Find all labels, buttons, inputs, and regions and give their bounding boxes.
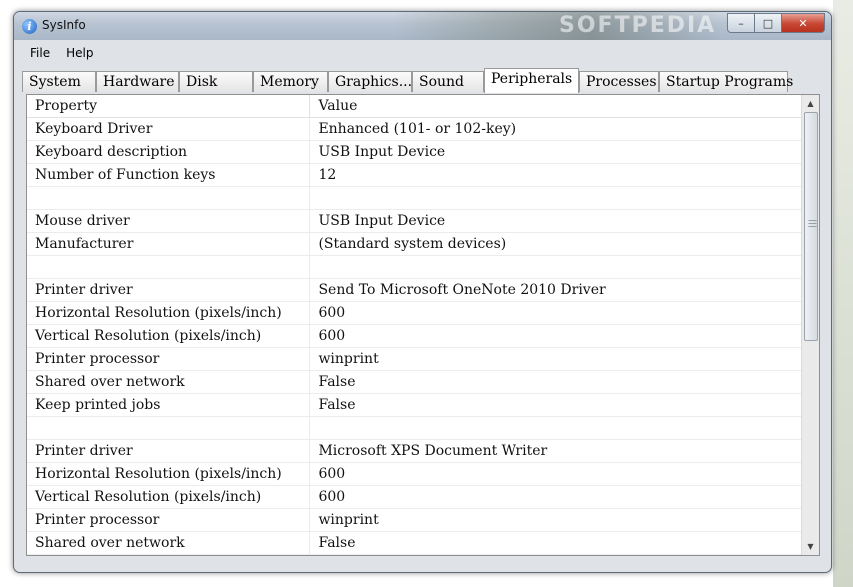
tab-startup-programs[interactable]: Startup Programs [659, 71, 793, 92]
value-cell: 12 [309, 163, 802, 187]
value-cell: 600 [309, 324, 802, 348]
value-cell [309, 186, 802, 210]
property-cell: Keep printed jobs [27, 393, 311, 417]
property-cell: Shared over network [27, 370, 311, 394]
tab-system[interactable]: System [22, 71, 96, 92]
menu-bar: File Help [22, 43, 101, 65]
table-row[interactable]: Printer driver Send To Microsoft OneNote … [27, 278, 802, 302]
property-cell: Keyboard description [27, 140, 311, 164]
property-cell: Horizontal Resolution (pixels/inch) [27, 301, 311, 325]
property-cell: Number of Function keys [27, 163, 311, 187]
property-cell [27, 416, 311, 440]
table-row[interactable]: Keep printed jobs False [27, 393, 802, 417]
value-cell: 600 [309, 462, 802, 486]
column-header-property[interactable]: Property [27, 95, 311, 118]
table-row[interactable]: Manufacturer (Standard system devices) [27, 232, 802, 256]
value-cell: 600 [309, 485, 802, 509]
tab-strip: System Hardware Disk Memory Graphics... … [22, 68, 823, 93]
property-cell [27, 255, 311, 279]
maximize-button[interactable]: □ [754, 13, 782, 33]
table-row[interactable] [27, 416, 802, 440]
peripherals-list[interactable]: Property Value Keyboard Driver Enhanced (… [26, 94, 820, 556]
close-button[interactable]: ✕ [781, 13, 825, 33]
scroll-up-icon[interactable]: ▲ [802, 95, 819, 112]
tab-hardware[interactable]: Hardware [96, 71, 179, 92]
vertical-scrollbar[interactable]: ▲ — — — ▼ [801, 95, 819, 555]
property-cell: Printer driver [27, 278, 311, 302]
caption-buttons: – □ ✕ [727, 13, 825, 33]
properties-table: Property Value Keyboard Driver Enhanced (… [27, 95, 802, 555]
table-header: Property Value [27, 95, 802, 118]
value-cell: False [309, 370, 802, 394]
tab-disk[interactable]: Disk [179, 71, 253, 92]
table-row[interactable]: Shared over network False [27, 531, 802, 555]
property-cell: Horizontal Resolution (pixels/inch) [27, 462, 311, 486]
tab-memory[interactable]: Memory [253, 71, 328, 92]
tab-peripherals[interactable]: Peripherals [484, 68, 579, 93]
grip-icon: — — — [808, 216, 817, 232]
value-cell: (Standard system devices) [309, 232, 802, 256]
property-cell: Manufacturer [27, 232, 311, 256]
value-cell [309, 255, 802, 279]
value-cell: USB Input Device [309, 140, 802, 164]
minimize-icon: – [738, 16, 744, 30]
table-row[interactable]: Printer processor winprint [27, 508, 802, 532]
table-row[interactable]: Number of Function keys 12 [27, 163, 802, 187]
menu-help[interactable]: Help [58, 43, 101, 65]
property-cell [27, 186, 311, 210]
value-cell: USB Input Device [309, 209, 802, 233]
close-icon: ✕ [798, 16, 808, 30]
table-row[interactable] [27, 255, 802, 279]
value-cell: False [309, 393, 802, 417]
property-cell: Vertical Resolution (pixels/inch) [27, 485, 311, 509]
scrollbar-thumb[interactable]: — — — [804, 112, 818, 341]
property-cell: Shared over network [27, 531, 311, 555]
value-cell: winprint [309, 347, 802, 371]
window-title: SysInfo [42, 18, 86, 32]
info-icon: i [22, 19, 37, 34]
property-cell: Printer processor [27, 347, 311, 371]
sysinfo-window: i SysInfo SOFTPEDIA – □ ✕ File Help Syst… [13, 11, 832, 573]
value-cell: Send To Microsoft OneNote 2010 Driver [309, 278, 802, 302]
column-header-value[interactable]: Value [309, 95, 802, 118]
table-row[interactable]: Horizontal Resolution (pixels/inch) 600 [27, 462, 802, 486]
table-row[interactable]: Vertical Resolution (pixels/inch) 600 [27, 324, 802, 348]
scroll-down-icon[interactable]: ▼ [802, 538, 819, 555]
table-row[interactable]: Keyboard description USB Input Device [27, 140, 802, 164]
table-row[interactable] [27, 186, 802, 210]
title-bar[interactable]: i SysInfo SOFTPEDIA – □ ✕ [14, 12, 831, 40]
menu-file[interactable]: File [22, 43, 58, 65]
property-cell: Keyboard Driver [27, 117, 311, 141]
property-cell: Printer driver [27, 439, 311, 463]
table-row[interactable]: Shared over network False [27, 370, 802, 394]
table-row[interactable]: Printer driver Microsoft XPS Document Wri… [27, 439, 802, 463]
property-cell: Vertical Resolution (pixels/inch) [27, 324, 311, 348]
tab-sound[interactable]: Sound [412, 71, 484, 92]
table-row[interactable]: Printer processor winprint [27, 347, 802, 371]
tab-processes[interactable]: Processes [579, 71, 659, 92]
value-cell: Enhanced (101- or 102-key) [309, 117, 802, 141]
value-cell [309, 416, 802, 440]
maximize-icon: □ [762, 16, 774, 30]
value-cell: Microsoft XPS Document Writer [309, 439, 802, 463]
table-row[interactable]: Vertical Resolution (pixels/inch) 600 [27, 485, 802, 509]
value-cell: winprint [309, 508, 802, 532]
desktop-background [833, 0, 853, 587]
property-cell: Printer processor [27, 508, 311, 532]
tab-graphics[interactable]: Graphics... [328, 71, 412, 92]
table-row[interactable]: Keyboard Driver Enhanced (101- or 102-key… [27, 117, 802, 141]
table-row[interactable]: Mouse driver USB Input Device [27, 209, 802, 233]
table-row[interactable]: Horizontal Resolution (pixels/inch) 600 [27, 301, 802, 325]
value-cell: 600 [309, 301, 802, 325]
value-cell: False [309, 531, 802, 555]
watermark-text: SOFTPEDIA [559, 13, 717, 38]
minimize-button[interactable]: – [727, 13, 755, 33]
property-cell: Mouse driver [27, 209, 311, 233]
